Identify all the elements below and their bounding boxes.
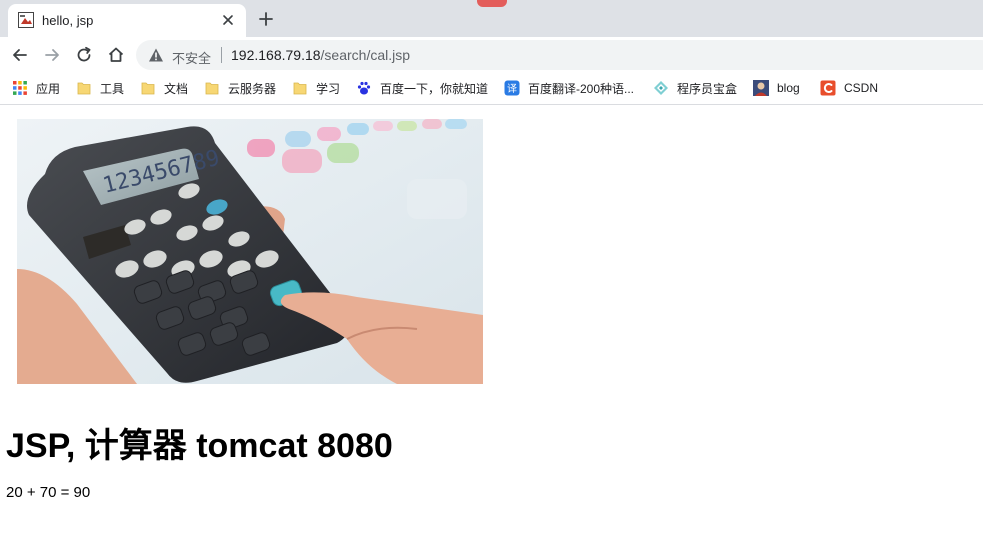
- translate-icon: 译: [504, 80, 520, 96]
- bookmark-baidu[interactable]: 百度一下，你就知道: [356, 79, 488, 97]
- bookmark-label: 百度翻译-200种语...: [528, 81, 635, 96]
- bookmark-label: 程序员宝盒: [677, 81, 738, 96]
- bookmark-label: 云服务器: [228, 81, 277, 96]
- bookmark-label: 文档: [164, 81, 189, 96]
- diamond-icon: [654, 81, 668, 95]
- bookmark-folder-cloud-server[interactable]: 云服务器: [204, 79, 276, 97]
- folder-icon: [205, 82, 219, 95]
- calculation-result: 20 + 70 = 90: [6, 484, 91, 501]
- calculator-photo: 123456789: [17, 119, 483, 384]
- folder-icon: [141, 82, 155, 95]
- close-icon[interactable]: [220, 12, 236, 28]
- security-label[interactable]: 不安全: [172, 48, 211, 67]
- bookmark-folder-docs[interactable]: 文档: [140, 79, 188, 97]
- folder-icon: [77, 82, 91, 95]
- bookmark-csdn[interactable]: CSDN: [820, 79, 878, 97]
- calculator-illustration: 123456789: [17, 119, 483, 384]
- warning-icon[interactable]: [148, 47, 164, 63]
- bookmark-label: 应用: [36, 81, 61, 96]
- reload-icon[interactable]: [74, 45, 94, 65]
- avatar-icon: [753, 80, 769, 96]
- bookmark-label: CSDN: [844, 81, 879, 95]
- browser-toolbar: 不安全 192.168.79.18/search/cal.jsp: [0, 37, 983, 73]
- address-separator: [221, 47, 222, 63]
- bookmark-label: 学习: [316, 81, 341, 96]
- image-favicon-icon: [18, 12, 34, 28]
- window-indicator: [477, 0, 507, 7]
- folder-icon: [293, 82, 307, 95]
- bookmark-folder-study[interactable]: 学习: [292, 79, 340, 97]
- bookmark-folder-tools[interactable]: 工具: [76, 79, 124, 97]
- bookmark-blog[interactable]: blog: [753, 79, 800, 97]
- back-arrow-icon[interactable]: [10, 45, 30, 65]
- tab-title: hello, jsp: [42, 13, 94, 28]
- url-host: 192.168.79.18: [231, 47, 321, 63]
- forward-arrow-icon[interactable]: [42, 45, 62, 65]
- bookmark-label: 百度一下，你就知道: [380, 81, 489, 96]
- plus-icon[interactable]: [258, 11, 274, 27]
- bookmark-baidu-translate[interactable]: 译 百度翻译-200种语...: [504, 79, 634, 97]
- bookmark-apps[interactable]: 应用: [12, 79, 60, 97]
- bookmark-coder-box[interactable]: 程序员宝盒: [653, 79, 737, 97]
- address-bar[interactable]: 不安全 192.168.79.18/search/cal.jsp: [136, 40, 983, 70]
- url-text[interactable]: 192.168.79.18/search/cal.jsp: [231, 47, 410, 63]
- baidu-paw-icon: [357, 81, 371, 95]
- bookmarks-bar: 应用 工具 文档 云服务器 学习 百度一下，你就知道 译 百度翻译-200种语.…: [0, 73, 983, 105]
- apps-grid-icon: [13, 81, 27, 95]
- url-path: /search/cal.jsp: [320, 47, 411, 63]
- svg-text:译: 译: [507, 83, 517, 95]
- csdn-icon: [820, 80, 836, 96]
- page-heading: JSP, 计算器 tomcat 8080: [6, 427, 393, 465]
- home-icon[interactable]: [106, 45, 126, 65]
- tab-strip: hello, jsp: [0, 0, 983, 37]
- tab-active[interactable]: hello, jsp: [8, 4, 246, 37]
- bookmark-label: blog: [777, 81, 800, 95]
- bookmark-label: 工具: [100, 81, 125, 96]
